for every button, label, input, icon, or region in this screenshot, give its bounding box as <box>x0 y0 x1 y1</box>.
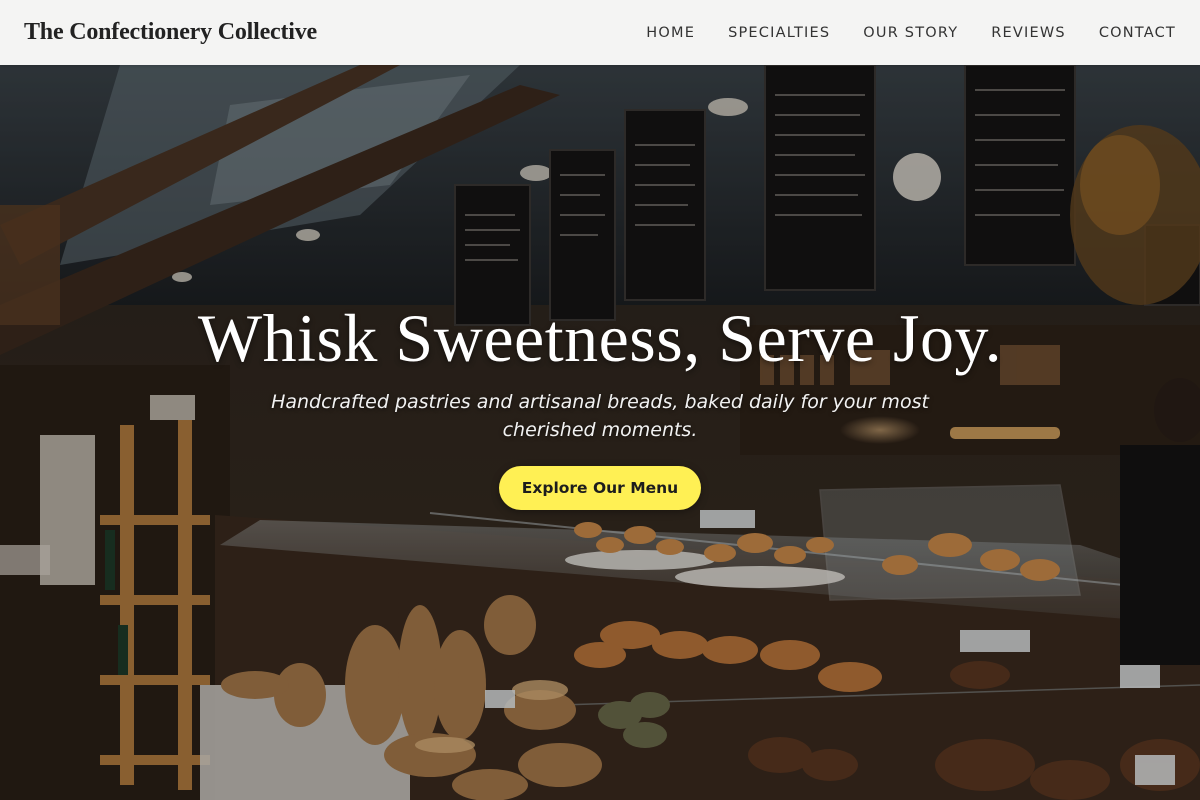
main-nav: HOME SPECIALTIES OUR STORY REVIEWS CONTA… <box>646 25 1176 41</box>
hero-title: Whisk Sweetness, Serve Joy. <box>197 300 1003 376</box>
nav-link-reviews[interactable]: REVIEWS <box>991 25 1066 41</box>
hero-section: Whisk Sweetness, Serve Joy. Handcrafted … <box>0 65 1200 800</box>
site-header: The Confectionery Collective HOME SPECIA… <box>0 0 1200 65</box>
explore-menu-button[interactable]: Explore Our Menu <box>499 466 701 510</box>
nav-link-our-story[interactable]: OUR STORY <box>863 25 958 41</box>
nav-link-contact[interactable]: CONTACT <box>1099 25 1176 41</box>
hero-subtitle: Handcrafted pastries and artisanal bread… <box>271 391 929 441</box>
nav-link-home[interactable]: HOME <box>646 25 695 41</box>
brand-logo-link[interactable]: The Confectionery Collective <box>24 19 317 46</box>
nav-link-specialties[interactable]: SPECIALTIES <box>728 25 830 41</box>
